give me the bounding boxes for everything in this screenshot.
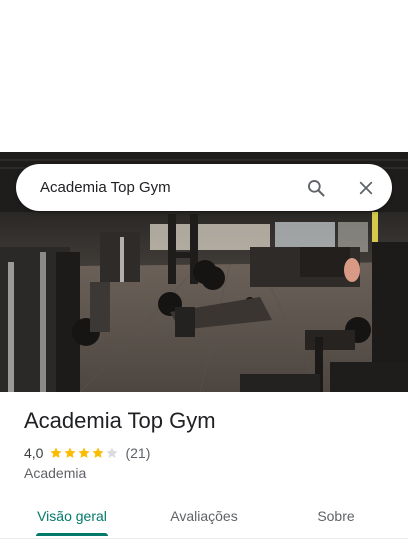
tab-reviews[interactable]: Avaliações xyxy=(144,494,264,538)
place-title: Academia Top Gym xyxy=(24,408,216,433)
active-tab-indicator xyxy=(36,533,108,536)
star-filled-icon xyxy=(92,447,105,458)
tab-label: Sobre xyxy=(317,508,355,524)
tab-overview[interactable]: Visão geral xyxy=(0,494,144,538)
maps-place-screen: Academia Top Gym Academia Top Gym 4,0 (2… xyxy=(0,0,408,544)
rating-row[interactable]: 4,0 (21) xyxy=(24,444,150,462)
star-empty-icon xyxy=(106,447,119,458)
review-count: (21) xyxy=(125,445,151,461)
search-input[interactable]: Academia Top Gym xyxy=(40,179,278,196)
search-icon[interactable] xyxy=(304,176,328,200)
close-icon[interactable] xyxy=(354,176,378,200)
tab-about[interactable]: Sobre xyxy=(264,494,408,538)
star-filled-icon xyxy=(64,447,77,458)
tab-label: Avaliações xyxy=(170,508,238,524)
star-filled-icon xyxy=(78,447,91,458)
rating-stars xyxy=(49,446,119,460)
place-tabs: Visão geral Avaliações Sobre xyxy=(0,494,408,538)
search-bar[interactable]: Academia Top Gym xyxy=(16,164,392,211)
tabs-divider xyxy=(0,538,408,539)
star-filled-icon xyxy=(50,447,63,458)
rating-value: 4,0 xyxy=(24,445,44,461)
place-category[interactable]: Academia xyxy=(24,465,86,481)
tab-label: Visão geral xyxy=(37,508,107,524)
